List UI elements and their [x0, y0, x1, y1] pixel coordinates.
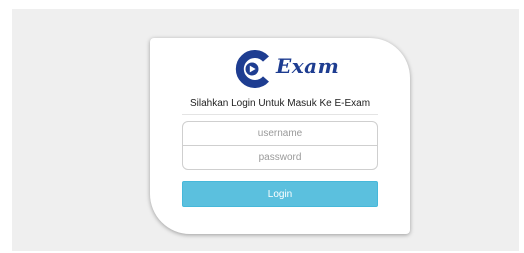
login-card: Exam Silahkan Login Untuk Masuk Ke E-Exa… — [150, 38, 410, 234]
page-background: Exam Silahkan Login Untuk Masuk Ke E-Exa… — [12, 9, 519, 251]
divider — [182, 114, 378, 115]
login-subtitle: Silahkan Login Untuk Masuk Ke E-Exam — [189, 98, 371, 109]
username-input[interactable] — [182, 121, 378, 146]
play-circle-icon — [235, 50, 269, 88]
password-input[interactable] — [182, 145, 378, 170]
login-button[interactable]: Login — [182, 181, 378, 207]
logo-text: Exam — [276, 54, 340, 78]
app-logo: Exam — [230, 50, 350, 88]
